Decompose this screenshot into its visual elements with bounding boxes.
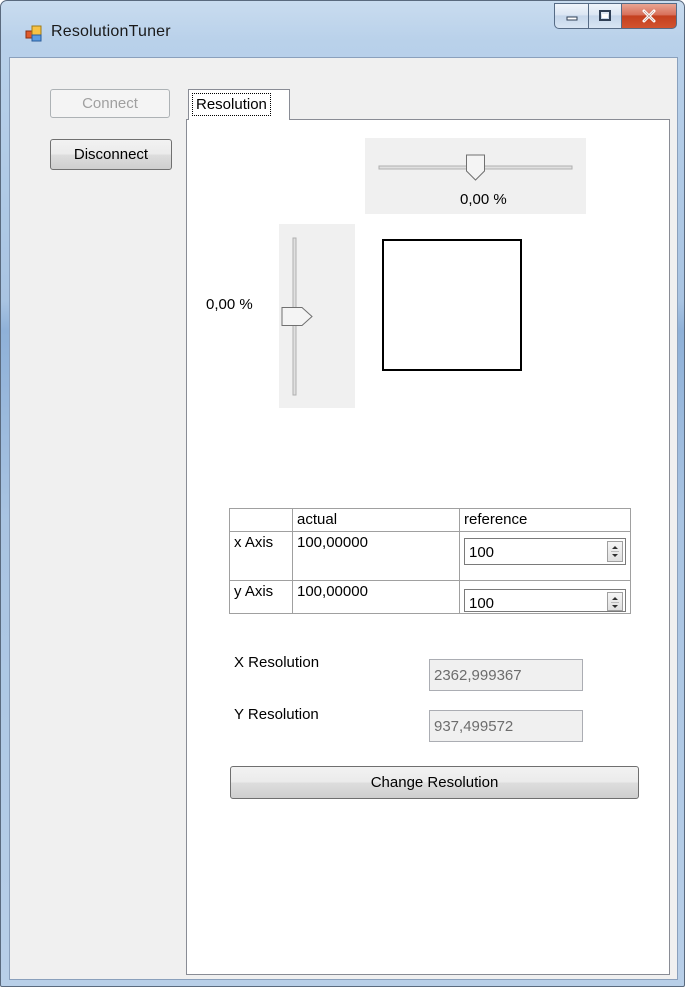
- minimize-button[interactable]: [554, 3, 589, 29]
- axis-actual-value: 100,00000: [292, 531, 460, 581]
- vertical-slider-panel: [279, 224, 355, 408]
- app-icon: [25, 25, 42, 42]
- vertical-slider-thumb[interactable]: [281, 307, 313, 326]
- resolution-preview-box: [382, 239, 522, 371]
- x-reference-spin-buttons[interactable]: [607, 541, 623, 562]
- x-reference-stepper[interactable]: 100: [464, 538, 626, 565]
- vertical-slider-value: 0,00 %: [206, 296, 253, 313]
- axis-row-label: y Axis: [229, 580, 293, 614]
- y-reference-spin-buttons[interactable]: [607, 592, 623, 611]
- axis-header-actual: actual: [292, 508, 460, 532]
- x-reference-value: 100: [469, 544, 495, 561]
- axis-header-reference: reference: [459, 508, 631, 532]
- horizontal-slider-panel: 0,00 %: [365, 138, 586, 214]
- axis-header-blank: [229, 508, 293, 532]
- close-icon: [642, 9, 656, 23]
- window-title: ResolutionTuner: [51, 23, 171, 40]
- maximize-button[interactable]: [589, 3, 622, 29]
- table-row: y Axis 100,00000 100: [229, 580, 631, 614]
- vertical-slider[interactable]: [279, 224, 355, 408]
- maximize-icon: [599, 10, 611, 21]
- x-resolution-label: X Resolution: [234, 654, 320, 671]
- client-area: Connect Disconnect Resolution 0,00 % 0,0…: [9, 57, 678, 980]
- horizontal-slider[interactable]: [365, 138, 586, 186]
- close-button[interactable]: [622, 3, 677, 29]
- x-resolution-field[interactable]: 2362,999367: [429, 659, 583, 691]
- tab-resolution-label: Resolution: [192, 93, 271, 116]
- caption-buttons: [554, 3, 677, 29]
- axis-row-label: x Axis: [229, 531, 293, 581]
- disconnect-button[interactable]: Disconnect: [50, 139, 172, 170]
- spin-arrows-icon: [612, 546, 618, 557]
- y-resolution-field[interactable]: 937,499572: [429, 710, 583, 742]
- axis-table-header: actual reference: [229, 508, 631, 532]
- tab-resolution[interactable]: Resolution: [188, 89, 290, 120]
- horizontal-slider-thumb[interactable]: [466, 154, 485, 181]
- tab-page-resolution: 0,00 % 0,00 % actual reference x Axis 10…: [186, 119, 670, 975]
- title-bar[interactable]: ResolutionTuner: [1, 1, 684, 57]
- axis-actual-value: 100,00000: [292, 580, 460, 614]
- minimize-icon: [566, 16, 577, 21]
- connect-button[interactable]: Connect: [50, 89, 170, 118]
- change-resolution-button[interactable]: Change Resolution: [230, 766, 639, 799]
- horizontal-slider-value: 0,00 %: [460, 191, 507, 208]
- spin-arrows-icon: [612, 597, 618, 608]
- y-resolution-label: Y Resolution: [234, 706, 319, 723]
- app-window: ResolutionTuner Connect Disconnect Resol…: [0, 0, 685, 987]
- axis-table: actual reference x Axis 100,00000 100 y …: [229, 508, 631, 614]
- table-row: x Axis 100,00000 100: [229, 531, 631, 581]
- y-reference-value: 100: [469, 595, 495, 612]
- y-reference-stepper[interactable]: 100: [464, 589, 626, 612]
